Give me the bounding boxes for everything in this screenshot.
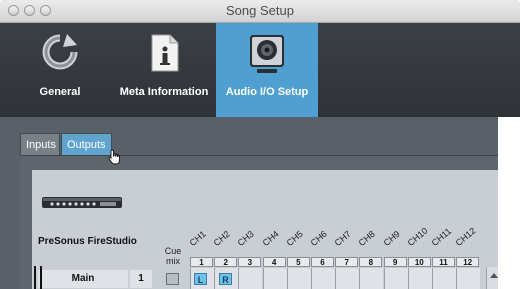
assignment-cell[interactable] (238, 268, 263, 289)
toolbar: General Meta Information Audio I/O Setup (0, 23, 520, 117)
cue-mix-checkbox[interactable] (166, 273, 179, 285)
channel-number: 10 (407, 257, 431, 267)
window-edge (498, 117, 520, 289)
channel-number: 6 (311, 257, 334, 267)
output-row-number: 1 (130, 270, 152, 288)
output-row-main[interactable]: Main (38, 270, 128, 288)
tool-audio-io-setup-label: Audio I/O Setup (225, 86, 309, 98)
assignment-cell[interactable] (383, 268, 408, 289)
firestudio-device-image (42, 194, 122, 215)
tool-audio-io-setup[interactable]: Audio I/O Setup (216, 23, 318, 117)
assignment-cell[interactable] (456, 268, 481, 289)
assignment-cell[interactable] (286, 268, 311, 289)
cue-mix-header: Cue mix (164, 246, 182, 266)
channel-number: 12 (456, 257, 480, 267)
channel-number: 7 (335, 257, 359, 267)
channel-number: 2 (214, 257, 238, 267)
assign-left-channel[interactable]: L (194, 273, 207, 285)
tool-general-label: General (39, 86, 81, 98)
row-resize-handle[interactable] (34, 266, 42, 289)
channel-number: 11 (432, 257, 455, 267)
device-name: PreSonus FireStudio (38, 236, 137, 247)
assign-right-channel[interactable]: R (219, 273, 232, 285)
channel-number: 3 (238, 257, 262, 267)
tool-general[interactable]: General (30, 23, 90, 117)
tool-meta-information-label: Meta Information (119, 86, 209, 98)
channel-number: 8 (359, 257, 383, 267)
audio-speaker-icon (247, 33, 287, 82)
song-setup-window: Song Setup General Meta Information Audi… (0, 0, 520, 289)
tab-inputs[interactable]: Inputs (20, 133, 60, 155)
scroll-up-arrow-icon[interactable] (490, 273, 498, 278)
hand-cursor-icon (108, 149, 122, 170)
channel-number: 5 (286, 257, 310, 267)
document-info-icon (148, 33, 180, 78)
tool-meta-information[interactable]: Meta Information (118, 23, 210, 117)
channel-number: 1 (190, 257, 213, 267)
channel-number: 4 (262, 257, 286, 267)
assignment-cell[interactable] (407, 268, 432, 289)
assignment-cell[interactable] (262, 268, 287, 289)
tab-outputs[interactable]: Outputs (61, 133, 112, 155)
assignment-cell[interactable] (359, 268, 384, 289)
window-title: Song Setup (226, 3, 294, 18)
refresh-icon (41, 33, 79, 76)
title-bar: Song Setup (0, 0, 520, 23)
channel-number: 9 (383, 257, 407, 267)
assignment-cell[interactable] (311, 268, 335, 289)
assignment-cell[interactable] (432, 268, 456, 289)
assignment-cell[interactable] (335, 268, 360, 289)
